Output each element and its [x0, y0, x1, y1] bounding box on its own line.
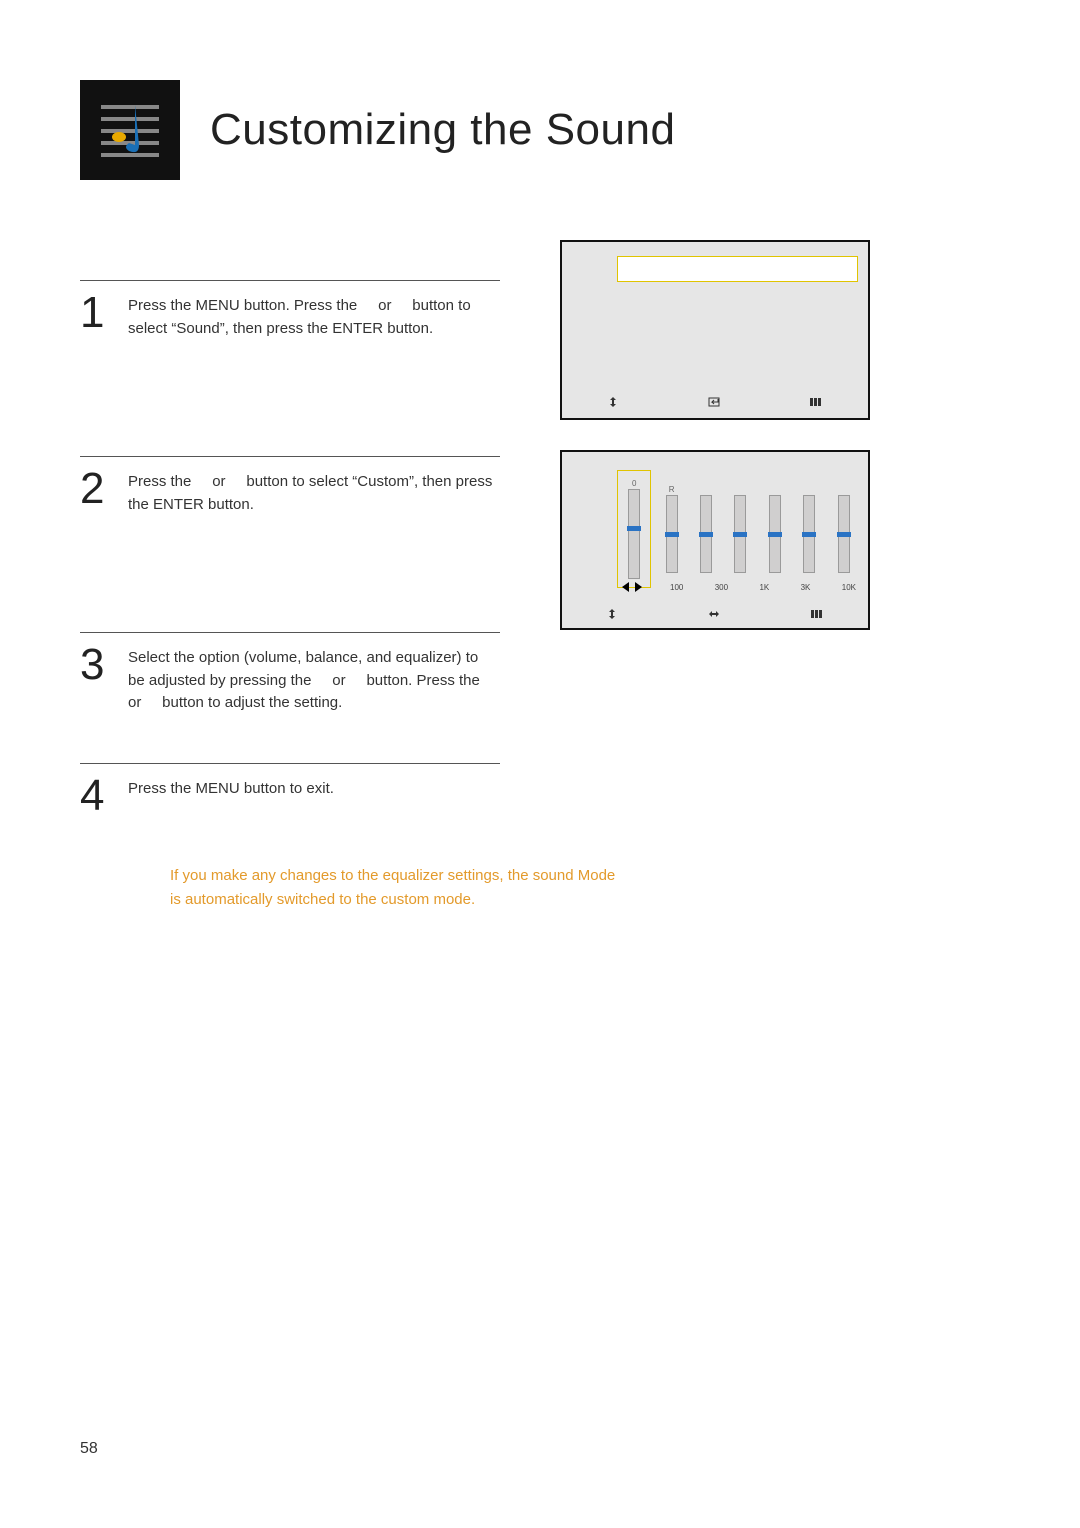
balance-speaker-icons [622, 582, 642, 592]
step-number: 1 [80, 291, 114, 335]
slider-track [734, 495, 746, 573]
slider-balance: R [657, 470, 685, 588]
move-hint [607, 396, 619, 408]
sound-menu-body [617, 256, 858, 378]
sound-menu-screen [560, 240, 870, 420]
slider-track [666, 495, 678, 573]
freq-label: 100 [670, 583, 683, 592]
page-title: Customizing the Sound [210, 105, 675, 155]
sound-section-icon [80, 80, 180, 180]
equalizer-sliders: 0 R [617, 470, 858, 588]
speaker-left-icon [622, 582, 629, 592]
step-text: Press the MENU button. Press the or butt… [128, 291, 498, 340]
step-4: 4 Press the MENU button to exit. [80, 764, 1000, 834]
slider-eq-1k [761, 470, 789, 588]
freq-label: 10K [842, 583, 856, 592]
slider-eq-100 [692, 470, 720, 588]
menu-item [617, 342, 858, 360]
equalizer-note: If you make any changes to the equalizer… [170, 864, 730, 912]
screen-footer [562, 608, 868, 620]
slider-label: R [669, 485, 675, 495]
page-header: Customizing the Sound [80, 80, 1000, 180]
slider-volume-selected: 0 [617, 470, 651, 588]
slider-eq-10k [830, 470, 858, 588]
slider-track [838, 495, 850, 573]
slider-track [769, 495, 781, 573]
menu-item-highlighted [617, 256, 858, 282]
screen-footer [562, 396, 868, 408]
step-number: 2 [80, 467, 114, 511]
slider-track [628, 489, 640, 579]
menu-item [617, 288, 858, 306]
return-hint [809, 396, 823, 408]
freq-label: 3K [801, 583, 811, 592]
equalizer-screen: 0 R [560, 450, 870, 630]
page-number: 58 [80, 1440, 98, 1458]
slider-value: 0 [632, 479, 636, 489]
slider-eq-3k [795, 470, 823, 588]
adjust-hint [707, 608, 721, 620]
note-line: If you make any changes to the equalizer… [170, 864, 730, 888]
return-hint [810, 608, 824, 620]
freq-label: 1K [759, 583, 769, 592]
freq-label: 300 [715, 583, 728, 592]
note-line: is automatically switched to the custom … [170, 888, 730, 912]
menu-item [617, 360, 858, 378]
step-text: Press the MENU button to exit. [128, 774, 334, 801]
enter-hint [708, 396, 720, 408]
menu-item [617, 306, 858, 324]
slider-track [803, 495, 815, 573]
eq-frequency-labels: 100 300 1K 3K 10K [670, 583, 856, 592]
step-number: 3 [80, 643, 114, 687]
tv-screens: 0 R [560, 240, 870, 660]
move-hint [606, 608, 618, 620]
slider-track [700, 495, 712, 573]
step-number: 4 [80, 774, 114, 818]
step-text: Select the option (volume, balance, and … [128, 643, 498, 715]
speaker-right-icon [635, 582, 642, 592]
step-text: Press the or button to select “Custom”, … [128, 467, 498, 516]
menu-item [617, 324, 858, 342]
slider-eq-300 [726, 470, 754, 588]
manual-page: Customizing the Sound 1 Press the MENU b… [0, 0, 1080, 1528]
